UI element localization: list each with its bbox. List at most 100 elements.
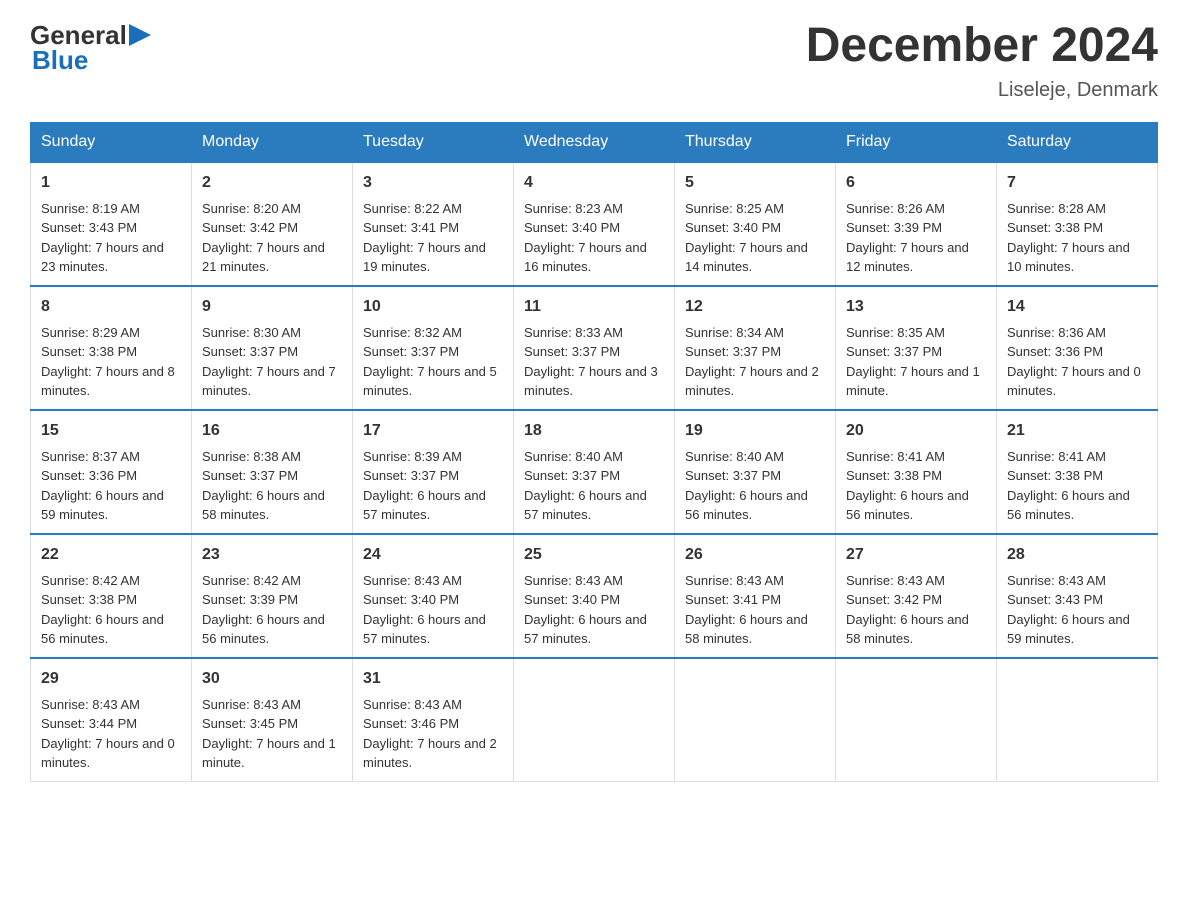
day-info: Sunrise: 8:40 AMSunset: 3:37 PMDaylight:… [685,447,825,525]
day-number: 6 [846,171,986,195]
day-number: 15 [41,419,181,443]
header-day-thursday: Thursday [675,122,836,162]
day-cell-10: 10 Sunrise: 8:32 AMSunset: 3:37 PMDayligh… [353,286,514,410]
day-number: 8 [41,295,181,319]
day-cell-5: 5 Sunrise: 8:25 AMSunset: 3:40 PMDaylight… [675,162,836,286]
day-cell-11: 11 Sunrise: 8:33 AMSunset: 3:37 PMDayligh… [514,286,675,410]
day-cell-15: 15 Sunrise: 8:37 AMSunset: 3:36 PMDayligh… [31,410,192,534]
day-number: 13 [846,295,986,319]
day-number: 20 [846,419,986,443]
week-row-4: 22 Sunrise: 8:42 AMSunset: 3:38 PMDayligh… [31,534,1158,658]
empty-cell [675,658,836,782]
day-cell-22: 22 Sunrise: 8:42 AMSunset: 3:38 PMDayligh… [31,534,192,658]
day-cell-14: 14 Sunrise: 8:36 AMSunset: 3:36 PMDayligh… [997,286,1158,410]
day-cell-12: 12Sunrise: 8:34 AMSunset: 3:37 PMDayligh… [675,286,836,410]
day-info: Sunrise: 8:36 AMSunset: 3:36 PMDaylight:… [1007,323,1147,401]
day-number: 31 [363,667,503,691]
day-number: 2 [202,171,342,195]
day-info: Sunrise: 8:38 AMSunset: 3:37 PMDaylight:… [202,447,342,525]
calendar-table: SundayMondayTuesdayWednesdayThursdayFrid… [30,122,1158,782]
day-number: 11 [524,295,664,319]
day-number: 4 [524,171,664,195]
day-info: Sunrise: 8:39 AMSunset: 3:37 PMDaylight:… [363,447,503,525]
day-number: 30 [202,667,342,691]
day-info: Sunrise: 8:34 AMSunset: 3:37 PMDaylight:… [685,323,825,401]
day-info: Sunrise: 8:43 AMSunset: 3:41 PMDaylight:… [685,571,825,649]
day-number: 26 [685,543,825,567]
day-cell-18: 18 Sunrise: 8:40 AMSunset: 3:37 PMDayligh… [514,410,675,534]
day-cell-7: 7 Sunrise: 8:28 AMSunset: 3:38 PMDaylight… [997,162,1158,286]
header-day-sunday: Sunday [31,122,192,162]
day-cell-17: 17 Sunrise: 8:39 AMSunset: 3:37 PMDayligh… [353,410,514,534]
day-cell-13: 13Sunrise: 8:35 AMSunset: 3:37 PMDayligh… [836,286,997,410]
day-number: 16 [202,419,342,443]
empty-cell [514,658,675,782]
day-number: 27 [846,543,986,567]
day-info: Sunrise: 8:22 AMSunset: 3:41 PMDaylight:… [363,199,503,277]
day-info: Sunrise: 8:42 AMSunset: 3:39 PMDaylight:… [202,571,342,649]
day-cell-26: 26 Sunrise: 8:43 AMSunset: 3:41 PMDayligh… [675,534,836,658]
day-info: Sunrise: 8:26 AMSunset: 3:39 PMDaylight:… [846,199,986,277]
day-number: 9 [202,295,342,319]
day-info: Sunrise: 8:43 AMSunset: 3:45 PMDaylight:… [202,695,342,773]
day-cell-31: 31 Sunrise: 8:43 AMSunset: 3:46 PMDayligh… [353,658,514,782]
day-number: 18 [524,419,664,443]
day-number: 10 [363,295,503,319]
day-number: 23 [202,543,342,567]
day-info: Sunrise: 8:41 AMSunset: 3:38 PMDaylight:… [1007,447,1147,525]
day-number: 14 [1007,295,1147,319]
day-info: Sunrise: 8:33 AMSunset: 3:37 PMDaylight:… [524,323,664,401]
day-cell-23: 23 Sunrise: 8:42 AMSunset: 3:39 PMDayligh… [192,534,353,658]
day-info: Sunrise: 8:37 AMSunset: 3:36 PMDaylight:… [41,447,181,525]
empty-cell [997,658,1158,782]
day-cell-3: 3Sunrise: 8:22 AMSunset: 3:41 PMDaylight… [353,162,514,286]
day-info: Sunrise: 8:25 AMSunset: 3:40 PMDaylight:… [685,199,825,277]
day-number: 24 [363,543,503,567]
day-number: 25 [524,543,664,567]
day-info: Sunrise: 8:30 AMSunset: 3:37 PMDaylight:… [202,323,342,401]
week-row-3: 15 Sunrise: 8:37 AMSunset: 3:36 PMDayligh… [31,410,1158,534]
day-info: Sunrise: 8:40 AMSunset: 3:37 PMDaylight:… [524,447,664,525]
page-header: General Blue December 2024 Liseleje, Den… [30,20,1158,102]
day-info: Sunrise: 8:43 AMSunset: 3:44 PMDaylight:… [41,695,181,773]
day-number: 5 [685,171,825,195]
day-cell-28: 28Sunrise: 8:43 AMSunset: 3:43 PMDayligh… [997,534,1158,658]
day-number: 19 [685,419,825,443]
header-day-tuesday: Tuesday [353,122,514,162]
header-row: SundayMondayTuesdayWednesdayThursdayFrid… [31,122,1158,162]
day-info: Sunrise: 8:28 AMSunset: 3:38 PMDaylight:… [1007,199,1147,277]
title-section: December 2024 Liseleje, Denmark [806,20,1158,102]
day-number: 29 [41,667,181,691]
day-cell-19: 19 Sunrise: 8:40 AMSunset: 3:37 PMDayligh… [675,410,836,534]
day-number: 17 [363,419,503,443]
week-row-1: 1Sunrise: 8:19 AMSunset: 3:43 PMDaylight… [31,162,1158,286]
day-cell-27: 27 Sunrise: 8:43 AMSunset: 3:42 PMDayligh… [836,534,997,658]
calendar-title: December 2024 [806,20,1158,73]
day-number: 7 [1007,171,1147,195]
day-number: 22 [41,543,181,567]
day-number: 28 [1007,543,1147,567]
week-row-5: 29 Sunrise: 8:43 AMSunset: 3:44 PMDayligh… [31,658,1158,782]
logo: General Blue [30,20,151,76]
day-cell-25: 25Sunrise: 8:43 AMSunset: 3:40 PMDayligh… [514,534,675,658]
day-cell-20: 20Sunrise: 8:41 AMSunset: 3:38 PMDayligh… [836,410,997,534]
day-cell-1: 1Sunrise: 8:19 AMSunset: 3:43 PMDaylight… [31,162,192,286]
day-cell-30: 30 Sunrise: 8:43 AMSunset: 3:45 PMDayligh… [192,658,353,782]
day-info: Sunrise: 8:19 AMSunset: 3:43 PMDaylight:… [41,199,181,277]
header-day-saturday: Saturday [997,122,1158,162]
empty-cell [836,658,997,782]
header-day-friday: Friday [836,122,997,162]
day-info: Sunrise: 8:43 AMSunset: 3:42 PMDaylight:… [846,571,986,649]
day-info: Sunrise: 8:42 AMSunset: 3:38 PMDaylight:… [41,571,181,649]
logo-arrow-icon [129,24,151,46]
week-row-2: 8 Sunrise: 8:29 AMSunset: 3:38 PMDaylight… [31,286,1158,410]
day-cell-16: 16 Sunrise: 8:38 AMSunset: 3:37 PMDayligh… [192,410,353,534]
day-info: Sunrise: 8:43 AMSunset: 3:46 PMDaylight:… [363,695,503,773]
calendar-subtitle: Liseleje, Denmark [806,79,1158,102]
day-number: 21 [1007,419,1147,443]
day-info: Sunrise: 8:32 AMSunset: 3:37 PMDaylight:… [363,323,503,401]
day-cell-24: 24Sunrise: 8:43 AMSunset: 3:40 PMDayligh… [353,534,514,658]
day-cell-4: 4Sunrise: 8:23 AMSunset: 3:40 PMDaylight… [514,162,675,286]
day-info: Sunrise: 8:29 AMSunset: 3:38 PMDaylight:… [41,323,181,401]
day-cell-9: 9 Sunrise: 8:30 AMSunset: 3:37 PMDaylight… [192,286,353,410]
